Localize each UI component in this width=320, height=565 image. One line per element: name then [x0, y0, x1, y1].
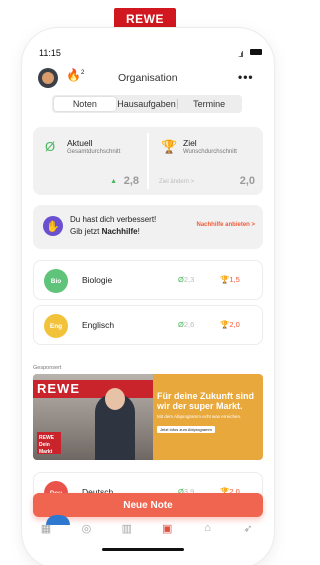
- segmented-control: Noten Hausaufgaben Termine: [52, 95, 242, 113]
- subject-average: Ø2,6: [178, 320, 195, 329]
- subject-row-biologie[interactable]: Bio Biologie Ø2,3 🏆1,5: [33, 260, 263, 300]
- status-time: 11:15: [39, 48, 61, 58]
- ad-person-face: [105, 388, 125, 410]
- new-grade-button[interactable]: Neue Note: [33, 493, 263, 517]
- change-goal-link[interactable]: Ziel ändern >: [159, 179, 194, 185]
- more-menu-icon[interactable]: •••: [238, 70, 254, 84]
- rocket-tab-icon[interactable]: ➶: [240, 520, 256, 536]
- subject-goal: 🏆1,5: [220, 275, 240, 284]
- promo-line2-bold: Nachhilfe: [101, 227, 138, 236]
- promo-line2-suffix: !: [137, 227, 140, 236]
- subject-average-value: 2,6: [183, 320, 195, 329]
- subject-name: Biologie: [82, 275, 113, 285]
- page-title: Organisation: [118, 72, 178, 84]
- avatar[interactable]: [38, 68, 58, 88]
- tab-termine[interactable]: Termine: [178, 97, 240, 111]
- subject-goal-value: 1,5: [229, 275, 240, 284]
- offer-tutoring-link[interactable]: Nachhilfe anbieten >: [196, 222, 255, 228]
- goal-sub: Wunschdurchschnitt: [183, 149, 237, 155]
- grades-tab-icon[interactable]: ▣: [159, 520, 175, 536]
- tab-hausaufgaben[interactable]: Hausaufgaben: [116, 97, 178, 111]
- trophy-icon: 🏆: [161, 139, 178, 154]
- signal-icon: ..ıl: [238, 50, 244, 59]
- status-bar: 11:15 ..ıl: [32, 40, 262, 64]
- app-header: 🔥2 Organisation •••: [32, 68, 272, 98]
- goal-value: 2,0: [239, 175, 255, 187]
- sponsored-ad-banner[interactable]: REWE REWE Dein Markt Für deine Zukunft s…: [33, 374, 263, 460]
- streak-fire-icon[interactable]: 🔥2: [66, 68, 84, 82]
- subject-average: Ø2,3: [178, 275, 195, 284]
- current-sub: Gesamtdurchschnitt: [67, 149, 121, 155]
- promo-line2-prefix: Gib jetzt: [70, 227, 102, 236]
- subject-goal-value: 2,0: [229, 320, 240, 329]
- goal-average-panel[interactable]: 🏆 Ziel Wunschdurchschnitt Ziel ändern > …: [149, 127, 263, 195]
- ad-logo: REWE Dein Markt: [37, 432, 61, 455]
- goal-label: Ziel: [183, 138, 197, 148]
- promo-line1: Du hast dich verbessert!: [70, 215, 157, 224]
- subject-badge: Bio: [44, 269, 68, 293]
- ad-brand-sign: REWE: [33, 380, 153, 398]
- current-label: Aktuell: [67, 138, 93, 148]
- ad-headline: Für deine Zukunft sind wir der super Mar…: [157, 391, 254, 411]
- app-screen: 11:15 ..ıl 🔥2 Organisation ••• Noten Hau…: [32, 40, 274, 565]
- subject-name: Englisch: [82, 320, 115, 330]
- school-tab-icon[interactable]: ⌂: [200, 520, 216, 536]
- trend-up-icon: ▲: [110, 178, 117, 185]
- subject-goal: 🏆2,0: [220, 320, 240, 329]
- promo-line2: Gib jetzt Nachhilfe!: [70, 227, 140, 236]
- ad-subtext: Mit dem Abiprogramm echt was erreichen.: [157, 414, 242, 419]
- brand-badge: REWE: [114, 8, 176, 30]
- calendar-tab-icon[interactable]: ▥: [119, 520, 135, 536]
- subject-average-value: 2,3: [183, 275, 195, 284]
- dashboard-tab-icon[interactable]: ▦: [38, 520, 54, 536]
- average-icon: Ø: [45, 139, 56, 154]
- sponsored-label: Gesponsert: [33, 365, 62, 371]
- ad-button[interactable]: Jetzt Infos zum Abiprogramm: [157, 426, 215, 433]
- subject-row-englisch[interactable]: Eng Englisch Ø2,6 🏆2,0: [33, 305, 263, 345]
- current-average-panel[interactable]: Ø Aktuell Gesamtdurchschnitt ▲ 2,8: [33, 127, 147, 195]
- home-indicator[interactable]: [102, 548, 184, 551]
- coin-tab-icon[interactable]: ◎: [78, 520, 94, 536]
- tab-noten[interactable]: Noten: [54, 97, 116, 111]
- bottom-tab-bar: ▦ ◎ ▥ ▣ ⌂ ➶: [32, 520, 262, 540]
- battery-icon: [250, 49, 262, 55]
- streak-count: 2: [80, 70, 85, 76]
- stats-card: Ø Aktuell Gesamtdurchschnitt ▲ 2,8 🏆 Zie…: [33, 127, 263, 195]
- thumbs-up-icon: ✋: [43, 216, 63, 236]
- subject-badge: Eng: [44, 314, 68, 338]
- tutoring-promo-card[interactable]: ✋ Du hast dich verbessert! Gib jetzt Nac…: [33, 205, 263, 249]
- current-value: 2,8: [123, 175, 139, 187]
- phone-frame: 11:15 ..ıl 🔥2 Organisation ••• Noten Hau…: [22, 28, 274, 565]
